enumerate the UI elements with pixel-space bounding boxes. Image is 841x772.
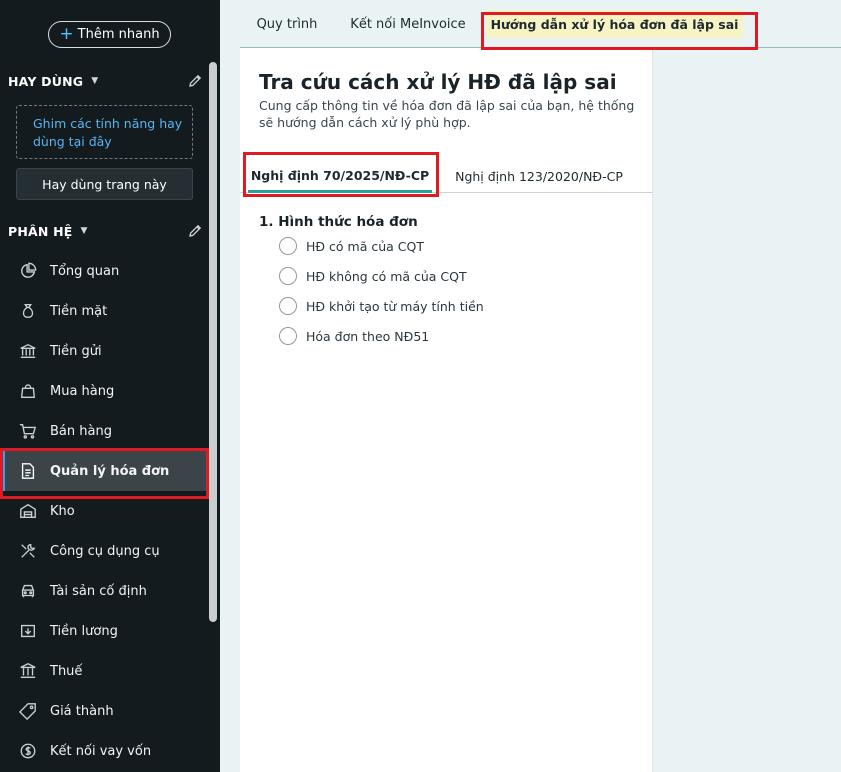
subtab-label: Nghị định 70/2025/NĐ-CP [250,167,430,183]
favorites-heading: HAY DÙNG [8,73,84,89]
invoice-icon [18,461,38,481]
menu-item-label: Tiền gửi [50,343,102,359]
subtab-label: Nghị định 123/2020/NĐ-CP [455,168,623,184]
menu-item-label: Kho [50,503,75,519]
menu-item-tai-san-co-dinh[interactable]: Tài sản cố định [0,571,208,611]
menu-item-label: Công cụ dụng cụ [50,543,160,559]
pin-this-page-button[interactable]: Hay dùng trang này [16,168,193,200]
tax-building-icon [18,661,38,681]
menu-item-ban-hang[interactable]: Bán hàng [0,411,208,451]
tab-huong-dan-xu-ly[interactable]: Hướng dẫn xử lý hóa đơn đã lập sai [486,10,743,38]
caret-down-icon[interactable]: ▼ [81,226,88,236]
menu-item-label: Bán hàng [50,423,112,439]
menu-item-tong-quan[interactable]: Tổng quan [0,251,208,291]
sidebar-scrollbar[interactable] [209,62,217,622]
menu-item-label: Tài sản cố định [50,583,147,599]
option-hd-may-tinh-tien[interactable]: HĐ khởi tạo từ máy tính tiền [279,296,484,316]
option-label: Hóa đơn theo NĐ51 [306,328,430,344]
caret-down-icon[interactable]: ▼ [91,76,98,86]
option-label: HĐ có mã của CQT [306,238,424,254]
subtab-nghi-dinh-70[interactable]: Nghị định 70/2025/NĐ-CP [248,160,432,193]
money-bag-icon [18,301,38,321]
price-tag-icon [18,701,38,721]
tab-quy-trinh[interactable]: Quy trình [246,10,328,38]
menu-item-ket-noi-vay-von[interactable]: Kết nối vay vốn [0,731,208,771]
pin-this-page-label: Hay dùng trang này [42,176,167,192]
invoice-type-label: 1. Hình thức hóa đơn [259,214,418,230]
pencil-icon[interactable] [187,223,203,239]
option-hoa-don-nd51[interactable]: Hóa đơn theo NĐ51 [279,326,429,346]
radio-button[interactable] [279,327,297,345]
quick-add-button[interactable]: + Thêm nhanh [48,21,171,48]
menu-item-label: Mua hàng [50,383,115,399]
menu-item-cong-cu-dung-cu[interactable]: Công cụ dụng cụ [0,531,208,571]
radio-button[interactable] [279,237,297,255]
car-icon [18,581,38,601]
loan-icon [18,741,38,761]
pin-hint-text: Ghim các tính năng hay dùng tại đây [33,116,183,149]
modules-header: PHÂN HỆ ▼ [8,221,203,241]
sidebar: + Thêm nhanh HAY DÙNG ▼ Ghim các tính nă… [0,0,220,772]
menu-item-quan-ly-hoa-don[interactable]: Quản lý hóa đơn [0,451,208,491]
tab-ket-noi-meinvoice[interactable]: Kết nối MeInvoice [344,10,472,38]
plus-icon: + [59,24,74,44]
bank-icon [18,341,38,361]
module-menu: Tổng quan Tiền mặt Tiền gửi Mua hàng Bán… [0,251,208,771]
salary-icon [18,621,38,641]
menu-item-label: Tiền lương [50,623,118,639]
tab-label: Hướng dẫn xử lý hóa đơn đã lập sai [490,16,739,32]
radio-button[interactable] [279,297,297,315]
favorites-header: HAY DÙNG ▼ [8,71,203,91]
option-hd-co-ma[interactable]: HĐ có mã của CQT [279,236,424,256]
menu-item-label: Thuế [50,663,83,679]
radio-button[interactable] [279,267,297,285]
pin-hint-box: Ghim các tính năng hay dùng tại đây [16,105,193,159]
tab-label: Kết nối MeInvoice [350,16,466,32]
subtab-nghi-dinh-123[interactable]: Nghị định 123/2020/NĐ-CP [449,160,629,192]
option-label: HĐ không có mã của CQT [306,268,467,284]
pie-chart-icon [18,261,38,281]
menu-item-gia-thanh[interactable]: Giá thành [0,691,208,731]
menu-item-kho[interactable]: Kho [0,491,208,531]
menu-item-label: Giá thành [50,703,114,719]
lookup-panel [240,48,653,772]
menu-item-tien-mat[interactable]: Tiền mặt [0,291,208,331]
menu-item-mua-hang[interactable]: Mua hàng [0,371,208,411]
page-description: Cung cấp thông tin về hóa đơn đã lập sai… [259,98,635,130]
menu-item-label: Quản lý hóa đơn [50,463,170,479]
tools-icon [18,541,38,561]
page-title: Tra cứu cách xử lý HĐ đã lập sai [259,70,617,94]
menu-item-label: Kết nối vay vốn [50,743,152,759]
menu-item-thue[interactable]: Thuế [0,651,208,691]
menu-item-label: Tiền mặt [50,303,108,319]
quick-add-label: Thêm nhanh [77,27,160,42]
menu-item-tien-luong[interactable]: Tiền lương [0,611,208,651]
option-label: HĐ khởi tạo từ máy tính tiền [306,298,484,314]
modules-heading: PHÂN HỆ [8,223,73,239]
shopping-bag-icon [18,381,38,401]
pencil-icon[interactable] [187,73,203,89]
cart-icon [18,421,38,441]
warehouse-icon [18,501,38,521]
tab-label: Quy trình [256,16,318,32]
menu-item-label: Tổng quan [50,263,120,279]
option-hd-khong-co-ma[interactable]: HĐ không có mã của CQT [279,266,467,286]
menu-item-tien-gui[interactable]: Tiền gửi [0,331,208,371]
